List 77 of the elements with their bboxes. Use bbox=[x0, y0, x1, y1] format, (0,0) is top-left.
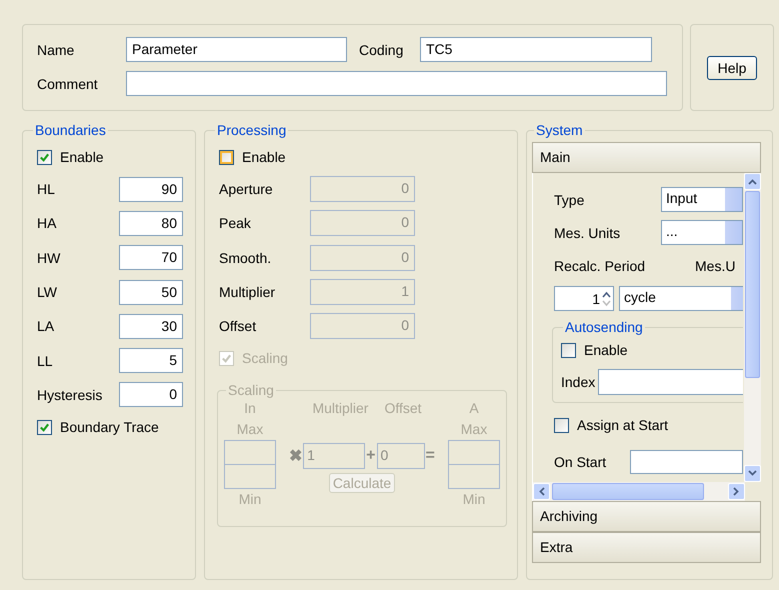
vertical-scrollbar[interactable] bbox=[744, 173, 761, 482]
field-label: HL bbox=[37, 181, 56, 198]
checkbox-label: Assign at Start bbox=[577, 417, 668, 433]
field-label: Index bbox=[561, 374, 596, 390]
dropdown[interactable]: Input bbox=[661, 187, 743, 212]
index-field[interactable] bbox=[598, 368, 743, 394]
field-label: HA bbox=[37, 215, 58, 232]
group-title: Scaling bbox=[227, 382, 275, 398]
column-label: Min bbox=[462, 490, 486, 510]
number-field[interactable]: 0 bbox=[119, 382, 183, 408]
field-label: Coding bbox=[358, 42, 404, 58]
field-label: Multiplier bbox=[219, 284, 276, 300]
equals-sign: = bbox=[426, 447, 435, 466]
field-label: Type bbox=[554, 192, 586, 208]
number-field[interactable]: 70 bbox=[119, 245, 183, 270]
field-label: Comment bbox=[37, 76, 99, 92]
column-label: In bbox=[244, 399, 256, 418]
number-field[interactable]: 80 bbox=[119, 210, 183, 236]
number-field[interactable]: 5 bbox=[119, 348, 183, 374]
field-label: Peak bbox=[219, 215, 252, 232]
field-label: On Start bbox=[554, 454, 608, 470]
times-sign: ✖ bbox=[289, 447, 302, 466]
name-field[interactable]: Parameter bbox=[126, 37, 347, 62]
plus-sign: + bbox=[366, 447, 376, 466]
spin-arrows-icon[interactable] bbox=[602, 290, 611, 308]
chevron-icon bbox=[538, 487, 544, 496]
checkbox-label: Scaling bbox=[242, 350, 288, 366]
field-label: LW bbox=[37, 284, 58, 300]
group-title: System bbox=[535, 122, 584, 138]
checkbox-label: Enable bbox=[242, 149, 286, 165]
field-label: LA bbox=[37, 318, 56, 334]
input-range-field[interactable] bbox=[224, 440, 276, 490]
checkbox-label: Enable bbox=[60, 149, 104, 165]
field-label: Offset bbox=[219, 318, 258, 334]
comment-field[interactable] bbox=[126, 71, 667, 96]
field-label: Recalc. Period bbox=[554, 258, 646, 274]
spin-field[interactable]: 1 bbox=[554, 286, 614, 311]
group-title: Boundaries bbox=[34, 122, 107, 138]
horizontal-scrollbar[interactable] bbox=[533, 482, 745, 501]
column-label: Max bbox=[236, 420, 264, 440]
field-label: Smooth. bbox=[219, 250, 272, 266]
help-button[interactable]: Help bbox=[706, 56, 758, 80]
column-label: Min bbox=[238, 490, 262, 510]
coding-field[interactable]: TC5 bbox=[420, 37, 652, 62]
field-label: HW bbox=[37, 250, 62, 266]
field-label: Hysteresis bbox=[37, 386, 104, 403]
group-title: Processing bbox=[216, 122, 288, 138]
checkbox[interactable] bbox=[561, 342, 576, 358]
checkbox[interactable] bbox=[554, 418, 569, 432]
checkbox-label: Enable bbox=[584, 342, 628, 358]
checkbox[interactable] bbox=[37, 420, 52, 435]
column-label: A bbox=[469, 399, 479, 418]
column-label: Offset bbox=[384, 399, 422, 418]
section-header[interactable]: Extra bbox=[532, 532, 761, 563]
section-header[interactable]: Archiving bbox=[532, 501, 761, 532]
chevron-icon bbox=[734, 487, 740, 496]
number-field[interactable]: 50 bbox=[119, 280, 183, 305]
on-start-field[interactable] bbox=[630, 450, 743, 474]
section-header[interactable]: Main bbox=[532, 142, 761, 173]
field-label: Mes. Units bbox=[554, 224, 622, 240]
output-range-field[interactable] bbox=[448, 440, 500, 490]
checkbox-label: Boundary Trace bbox=[60, 419, 159, 436]
field-label: Name bbox=[37, 42, 76, 58]
dropdown[interactable]: ... bbox=[661, 220, 743, 245]
chevron-icon bbox=[748, 178, 757, 184]
field-label: Aperture bbox=[219, 181, 274, 198]
chevron-icon bbox=[748, 470, 757, 476]
checkbox[interactable] bbox=[219, 150, 234, 164]
column-label: Max bbox=[460, 420, 488, 440]
dropdown[interactable]: cycle bbox=[619, 286, 743, 311]
field-label: Mes.U bbox=[695, 258, 736, 274]
number-field[interactable]: 30 bbox=[119, 314, 183, 339]
group-title: Autosending bbox=[564, 319, 644, 335]
column-label: Multiplier bbox=[312, 399, 368, 418]
field-label: LL bbox=[37, 352, 54, 369]
number-field[interactable]: 90 bbox=[119, 176, 183, 202]
checkbox[interactable] bbox=[37, 150, 52, 164]
